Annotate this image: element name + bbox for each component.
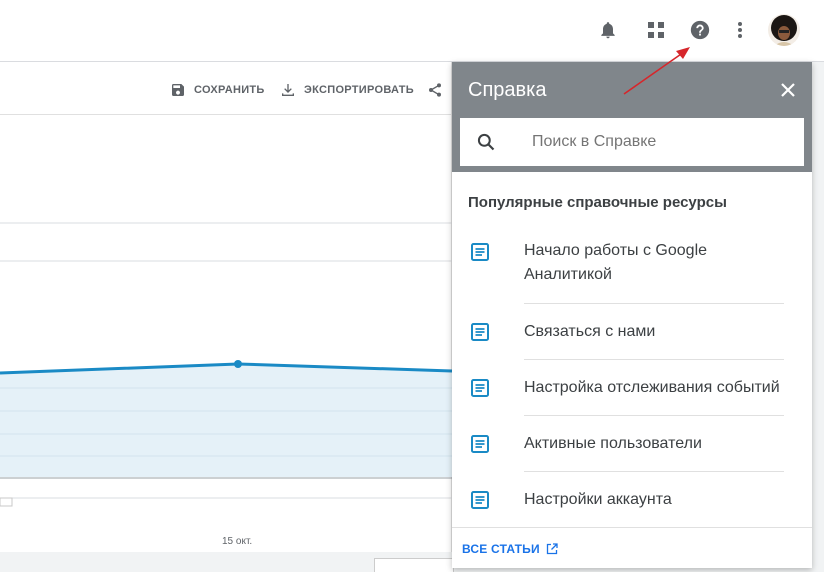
article-icon: [471, 435, 489, 453]
save-label: СОХРАНИТЬ: [194, 84, 265, 96]
share-icon: [429, 83, 441, 97]
external-link-icon: [546, 543, 558, 555]
range-handle[interactable]: [0, 497, 13, 507]
save-button[interactable]: СОХРАНИТЬ: [170, 82, 265, 98]
article-icon: [471, 243, 489, 261]
resource-list: Начало работы с Google Аналитикой Связать…: [452, 230, 812, 528]
help-header: Справка: [452, 62, 812, 172]
footer-divider: [452, 527, 812, 528]
bottom-panel-edge: [374, 558, 454, 572]
resource-item-account-settings[interactable]: Настройки аккаунта: [452, 472, 812, 528]
resource-item-event-tracking[interactable]: Настройка отслеживания событий: [452, 360, 812, 416]
download-icon: [282, 84, 294, 96]
help-icon[interactable]: [685, 15, 715, 45]
report-card: СОХРАНИТЬ ЭКСПОРТИРОВАТЬ 15 окт.: [0, 62, 453, 552]
help-search-box[interactable]: [460, 118, 804, 166]
close-button[interactable]: [776, 78, 800, 102]
resource-label: Связаться с нами: [524, 323, 656, 340]
resource-label: Активные пользователи: [524, 435, 702, 452]
popular-resources-heading: Популярные справочные ресурсы: [468, 194, 727, 211]
x-tick-label: 15 окт.: [222, 536, 253, 547]
resource-label: Настройки аккаунта: [524, 491, 672, 508]
export-label: ЭКСПОРТИРОВАТЬ: [304, 84, 414, 96]
export-button[interactable]: ЭКСПОРТИРОВАТЬ: [280, 82, 414, 98]
article-icon: [471, 491, 489, 509]
save-icon: [172, 84, 184, 96]
more-vert-icon[interactable]: [725, 15, 755, 45]
bell-icon[interactable]: [593, 15, 623, 45]
all-articles-label: ВСЕ СТАТЬИ: [462, 542, 540, 556]
close-icon: [781, 83, 795, 97]
data-point[interactable]: [234, 360, 242, 368]
help-search-input[interactable]: [532, 118, 792, 166]
resource-label: Начало работы с Google Аналитикой: [524, 242, 708, 283]
resource-item-getting-started[interactable]: Начало работы с Google Аналитикой: [452, 230, 812, 304]
report-toolbar: СОХРАНИТЬ ЭКСПОРТИРОВАТЬ: [0, 62, 452, 115]
resource-item-contact[interactable]: Связаться с нами: [452, 304, 812, 360]
avatar[interactable]: [768, 14, 800, 46]
share-button[interactable]: [427, 82, 451, 98]
search-icon: [477, 133, 495, 151]
all-articles-link[interactable]: ВСЕ СТАТЬИ: [462, 542, 558, 556]
resource-item-active-users[interactable]: Активные пользователи: [452, 416, 812, 472]
area-fill: [0, 364, 452, 477]
apps-grid-icon[interactable]: [641, 15, 671, 45]
resource-label: Настройка отслеживания событий: [524, 379, 780, 396]
line-chart: 15 окт.: [0, 116, 453, 552]
help-panel: Справка Популярные справочные ресурсы На…: [452, 62, 812, 568]
top-app-bar: [0, 0, 824, 62]
article-icon: [471, 379, 489, 397]
help-title: Справка: [468, 79, 547, 101]
chart-svg: [0, 222, 453, 507]
article-icon: [471, 323, 489, 341]
